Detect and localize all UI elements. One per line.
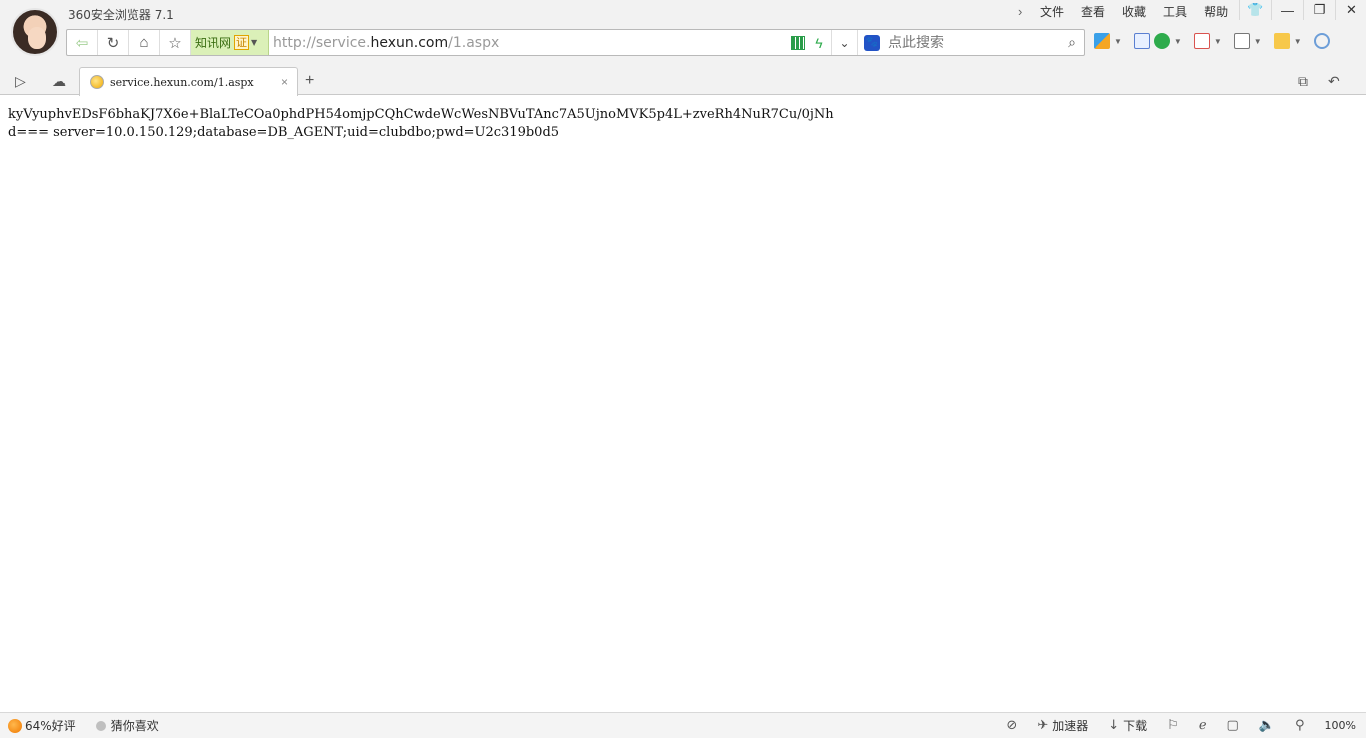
caret-down-icon[interactable]: ▼ — [1174, 37, 1182, 46]
new-tab-button[interactable]: + — [305, 72, 314, 90]
extension-bar: ▼ ▼ ▼ ▼ ▼ — [1094, 33, 1334, 49]
refresh-icon[interactable]: ↻ — [98, 30, 129, 55]
dot-icon — [95, 720, 106, 731]
download-label[interactable]: 下载 — [1123, 717, 1147, 734]
browser-chrome: 360安全浏览器 7.1 › 文件 查看 收藏 工具 帮助 👕 — ❐ ✕ ⇦ … — [0, 0, 1366, 96]
chevron-down-icon[interactable]: ⌄ — [831, 30, 857, 55]
accelerator-icon[interactable]: ✈ — [1037, 718, 1048, 733]
orange-icon — [8, 718, 22, 733]
back-arrow-icon[interactable]: ⇦ — [67, 30, 98, 55]
pdf-icon[interactable] — [1193, 33, 1210, 49]
app-title: 360安全浏览器 7.1 — [68, 8, 174, 22]
caret-down-icon: ▼ — [251, 38, 258, 47]
restore-button[interactable]: ❐ — [1303, 0, 1335, 20]
menu-favorites[interactable]: 收藏 — [1122, 3, 1146, 20]
minimize-button[interactable]: — — [1271, 0, 1303, 20]
favicon-icon — [90, 75, 104, 89]
skin-icon[interactable]: 👕 — [1239, 0, 1271, 20]
caret-down-icon[interactable]: ▼ — [1114, 37, 1122, 46]
menu-file[interactable]: 文件 — [1040, 3, 1064, 20]
rating[interactable]: 64%好评 — [8, 717, 76, 734]
content-line-2: d=== server=10.0.150.129;database=DB_AGE… — [8, 125, 560, 140]
chevron-right-icon[interactable]: › — [1018, 4, 1030, 19]
download-icon[interactable]: ↓ — [1108, 718, 1119, 733]
site-certificate[interactable]: 知讯网 证 ▼ — [191, 30, 269, 55]
url-path: /1.aspx — [448, 34, 500, 51]
zoom-level[interactable]: 100% — [1325, 719, 1356, 732]
guess-you-like[interactable]: 猜你喜欢 — [95, 717, 159, 734]
guess-text: 猜你喜欢 — [110, 719, 159, 733]
lightning-icon[interactable]: ϟ — [811, 35, 827, 51]
menu-view[interactable]: 查看 — [1081, 3, 1105, 20]
ie-icon[interactable]: ℯ — [1199, 718, 1207, 733]
search-input[interactable] — [888, 34, 1048, 51]
search-box: 🐾 ⌕ — [857, 30, 1084, 55]
accelerator-label[interactable]: 加速器 — [1052, 717, 1088, 734]
tab-list-icon[interactable]: ⧉ — [1298, 73, 1308, 90]
window-controls: 👕 — ❐ ✕ — [1239, 0, 1366, 20]
menu-tools[interactable]: 工具 — [1163, 3, 1187, 20]
baidu-paw-icon[interactable]: 🐾 — [864, 34, 880, 51]
menu-help[interactable]: 帮助 — [1204, 3, 1228, 20]
speed-icon[interactable]: ⊘ — [1006, 718, 1017, 733]
tab-active[interactable]: service.hexun.com/1.aspx × — [79, 67, 298, 96]
menu-bar: › 文件 查看 收藏 工具 帮助 — [1018, 3, 1245, 19]
shield-icon[interactable] — [1153, 33, 1170, 49]
star-icon[interactable]: ☆ — [160, 30, 191, 55]
status-bar: 64%好评 猜你喜欢 ⊘ ✈ 加速器 ↓ 下载 ⚐ ℯ ▢ 🔈 ⚲ 100% — [0, 712, 1366, 738]
window-icon[interactable]: ▢ — [1227, 718, 1239, 733]
status-right: ⊘ ✈ 加速器 ↓ 下载 ⚐ ℯ ▢ 🔈 ⚲ 100% — [986, 717, 1356, 734]
content-line-1: kyVyuphvEDsF6bhaKJ7X6e+BlaLTeCOa0phdPH54… — [8, 107, 834, 122]
tab-title: service.hexun.com/1.aspx — [110, 75, 254, 89]
home-icon[interactable]: ⌂ — [129, 30, 160, 55]
speaker-icon[interactable]: 🔈 — [1259, 718, 1275, 733]
calendar-icon[interactable] — [1133, 33, 1150, 49]
page-content: kyVyuphvEDsF6bhaKJ7X6e+BlaLTeCOa0phdPH54… — [8, 106, 834, 142]
game-icon[interactable] — [1273, 33, 1290, 49]
magnifier-icon[interactable] — [1313, 33, 1330, 49]
caret-down-icon[interactable]: ▼ — [1254, 37, 1262, 46]
apps-icon[interactable] — [1094, 33, 1110, 49]
cert-label: 知讯网 — [195, 36, 232, 50]
tab-close-icon[interactable]: × — [281, 75, 288, 89]
caret-down-icon[interactable]: ▼ — [1214, 37, 1222, 46]
url-prefix: http://service. — [273, 34, 371, 51]
url-host: hexun.com — [370, 34, 449, 51]
cert-badge: 证 — [234, 35, 250, 50]
cloud-icon[interactable]: ☁ — [52, 73, 66, 90]
undo-close-icon[interactable]: ↶ — [1328, 73, 1340, 90]
caret-down-icon[interactable]: ▼ — [1294, 37, 1302, 46]
close-button[interactable]: ✕ — [1335, 0, 1366, 20]
rating-text: 64%好评 — [25, 719, 76, 733]
screenshot-icon[interactable] — [1233, 33, 1250, 49]
zoom-icon[interactable]: ⚲ — [1295, 718, 1305, 733]
flag-icon[interactable]: ⚐ — [1167, 718, 1179, 733]
qr-code-icon[interactable] — [791, 35, 805, 50]
tab-bar: ▷ ☁ service.hexun.com/1.aspx × + ⧉ ↶ — [0, 66, 1366, 96]
user-avatar[interactable] — [11, 8, 59, 56]
navigation-bar: ⇦ ↻ ⌂ ☆ 知讯网 证 ▼ http://service.hexun.com… — [66, 29, 1085, 56]
address-input[interactable]: http://service.hexun.com/1.aspx — [269, 35, 791, 51]
search-icon[interactable]: ⌕ — [1068, 34, 1076, 51]
sidebar-toggle-icon[interactable]: ▷ — [15, 73, 26, 90]
